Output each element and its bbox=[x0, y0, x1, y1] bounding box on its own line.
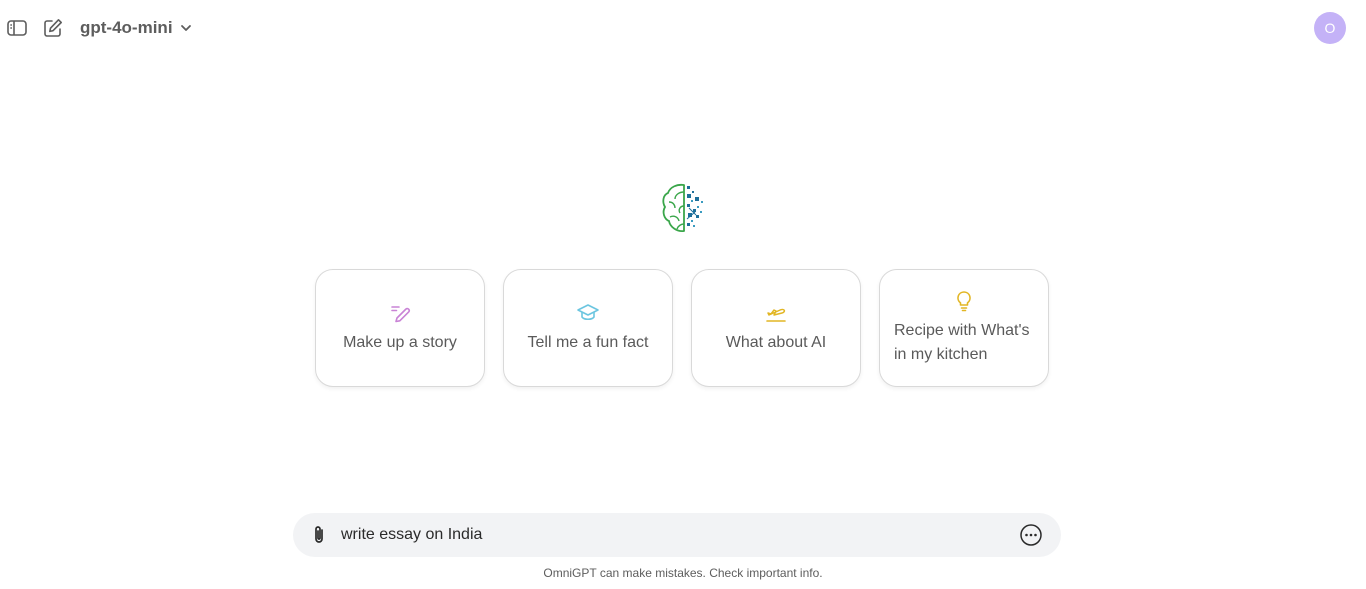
sidebar-toggle-icon bbox=[7, 20, 27, 36]
ellipsis-circle-icon bbox=[1020, 524, 1042, 546]
top-bar: gpt-4o-mini O bbox=[0, 0, 1366, 56]
suggestion-cards: Make up a story Tell me a fun fact What … bbox=[315, 269, 1051, 389]
card-label: Recipe with What's in my kitchen bbox=[894, 322, 1030, 363]
edit-icon bbox=[44, 19, 62, 37]
suggestion-card-story[interactable]: Make up a story bbox=[315, 269, 485, 387]
attach-button[interactable] bbox=[309, 524, 329, 546]
new-chat-button[interactable] bbox=[42, 17, 64, 39]
message-composer bbox=[293, 513, 1061, 557]
disclaimer: OmniGPT can make mistakes. Check importa… bbox=[543, 566, 823, 580]
avatar[interactable]: O bbox=[1314, 12, 1346, 44]
suggestion-card-recipe[interactable]: Recipe with What's in my kitchen bbox=[879, 269, 1049, 387]
sidebar-toggle-button[interactable] bbox=[6, 17, 28, 39]
lightbulb-icon bbox=[957, 291, 971, 312]
card-label: What about AI bbox=[725, 334, 827, 351]
more-options-button[interactable] bbox=[1019, 523, 1043, 547]
suggestion-card-ai[interactable]: What about AI bbox=[691, 269, 861, 387]
brain-circuit-logo bbox=[662, 183, 703, 233]
model-name: gpt-4o-mini bbox=[80, 18, 173, 37]
paperclip-icon bbox=[315, 526, 323, 543]
chevron-down-icon bbox=[180, 25, 191, 31]
card-label: Make up a story bbox=[343, 334, 457, 351]
card-label: Tell me a fun fact bbox=[527, 334, 649, 351]
message-input[interactable] bbox=[341, 521, 1001, 549]
model-selector[interactable]: gpt-4o-mini bbox=[80, 17, 193, 39]
suggestion-card-fun-fact[interactable]: Tell me a fun fact bbox=[503, 269, 673, 387]
plane-icon bbox=[766, 308, 786, 322]
avatar-initial: O bbox=[1324, 20, 1336, 36]
chat-page: gpt-4o-mini O Make up a story Tell me a … bbox=[0, 0, 1366, 589]
graduation-cap-icon bbox=[577, 304, 599, 321]
pen-icon bbox=[391, 306, 410, 323]
